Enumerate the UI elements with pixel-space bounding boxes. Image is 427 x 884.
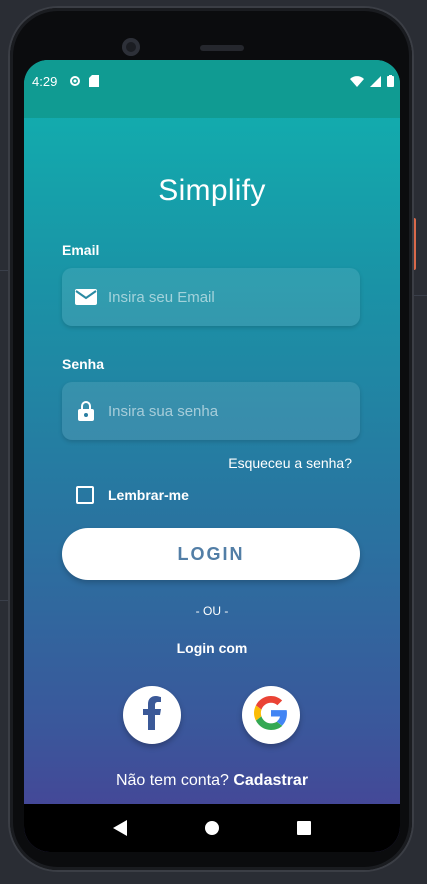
lock-icon bbox=[74, 399, 98, 423]
google-icon bbox=[254, 695, 288, 735]
ide-scroll-accent bbox=[412, 218, 416, 270]
signal-icon bbox=[370, 74, 381, 92]
sim-card-icon bbox=[89, 74, 99, 92]
speaker bbox=[200, 45, 244, 51]
settings-icon bbox=[69, 74, 81, 92]
recents-icon[interactable] bbox=[292, 816, 316, 840]
status-right-icons bbox=[350, 74, 394, 92]
login-button[interactable]: LOGIN bbox=[62, 528, 360, 580]
home-icon[interactable] bbox=[200, 816, 224, 840]
forgot-password-link[interactable]: Esqueceu a senha? bbox=[228, 455, 352, 471]
google-login-button[interactable] bbox=[242, 686, 300, 744]
login-with-label: Login com bbox=[176, 640, 248, 656]
app-screen: 4:29 Simplify Email Senha bbox=[24, 60, 400, 852]
status-left-icons bbox=[69, 74, 99, 92]
or-divider: - OU - bbox=[195, 604, 229, 618]
ide-divider bbox=[0, 600, 10, 601]
ide-divider bbox=[412, 295, 427, 296]
camera bbox=[122, 38, 140, 56]
signup-prompt: Não tem conta? bbox=[115, 772, 229, 789]
ide-divider bbox=[0, 270, 10, 271]
email-field[interactable] bbox=[62, 268, 360, 326]
remember-label: Lembrar-me bbox=[108, 487, 189, 503]
android-nav-bar bbox=[24, 804, 400, 852]
status-time: 4:29 bbox=[32, 74, 58, 89]
password-input[interactable] bbox=[108, 402, 338, 420]
password-label: Senha bbox=[62, 356, 105, 372]
wifi-icon bbox=[350, 74, 364, 92]
facebook-icon bbox=[141, 695, 163, 735]
signup-row: Não tem conta? Cadastrar bbox=[24, 772, 400, 790]
password-field[interactable] bbox=[62, 382, 360, 440]
email-input[interactable] bbox=[108, 288, 338, 306]
remember-me[interactable]: Lembrar-me bbox=[76, 486, 189, 504]
remember-checkbox[interactable] bbox=[76, 486, 94, 504]
facebook-login-button[interactable] bbox=[123, 686, 181, 744]
status-bar: 4:29 bbox=[24, 60, 400, 118]
app-title: Simplify bbox=[158, 174, 266, 207]
battery-icon bbox=[387, 74, 394, 92]
back-icon[interactable] bbox=[108, 816, 132, 840]
signup-link[interactable]: Cadastrar bbox=[233, 772, 308, 789]
email-icon bbox=[74, 285, 98, 309]
email-label: Email bbox=[62, 242, 100, 258]
